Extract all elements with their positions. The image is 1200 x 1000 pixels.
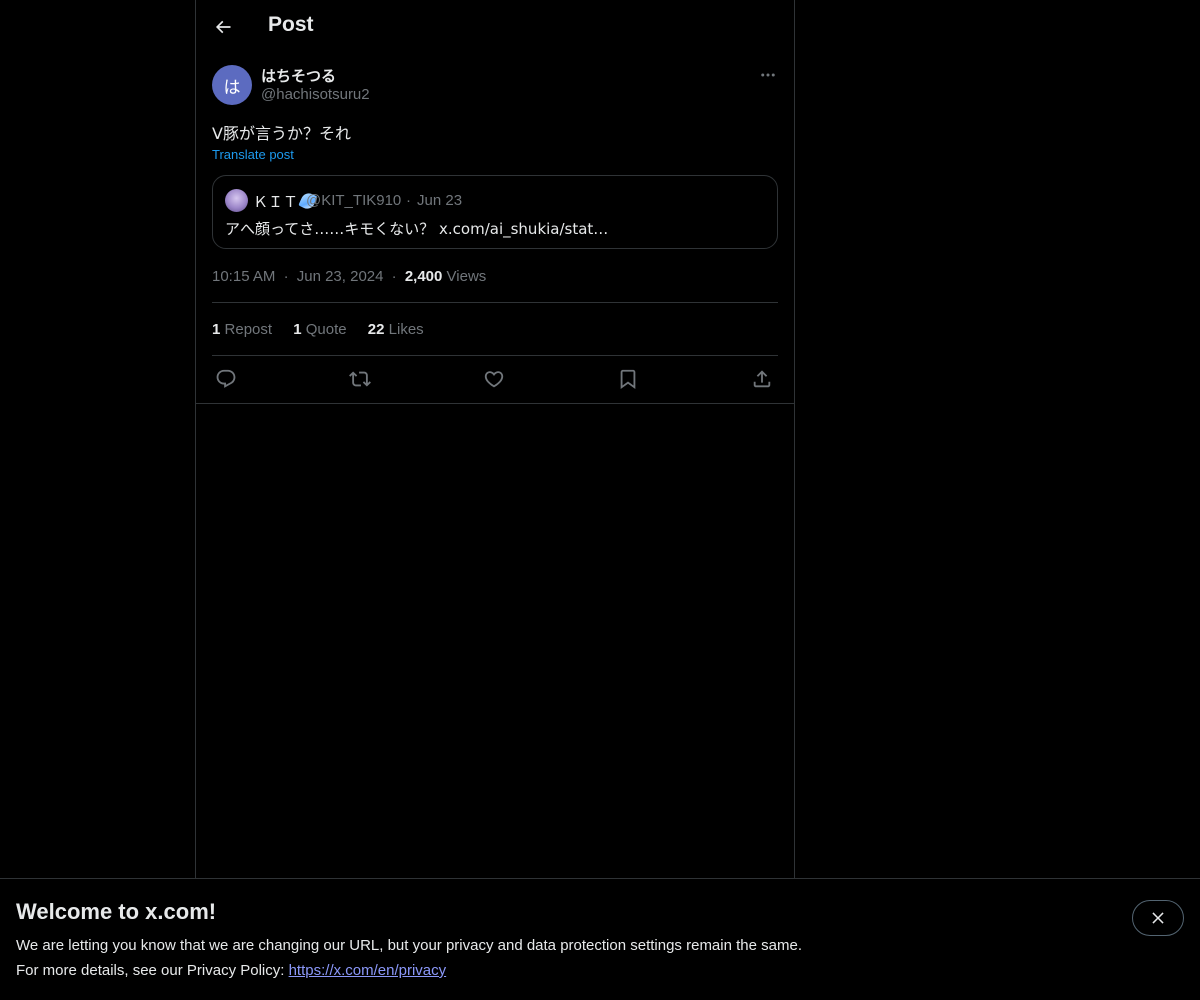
- privacy-policy-link[interactable]: https://x.com/en/privacy: [289, 962, 447, 979]
- quote-text: アへ顔ってさ……キモくない？ x.com/ai_shukia/stat…: [225, 220, 609, 238]
- quotes-label: Quote: [305, 321, 347, 338]
- banner-close-button[interactable]: [1132, 900, 1184, 936]
- post-text: V豚が言うか？それ: [212, 124, 351, 143]
- more-horizontal-icon: [761, 73, 775, 77]
- post-date[interactable]: Jun 23, 2024: [297, 268, 384, 285]
- avatar[interactable]: は: [212, 65, 252, 105]
- meta-separator: ·: [283, 268, 289, 285]
- post-column: Post は はちそつる @hachisotsuru2 V豚が言うか？それ Tr…: [195, 0, 795, 878]
- post-meta: 10:15 AM · Jun 23, 2024 · 2,400 Views: [212, 268, 486, 285]
- reply-button[interactable]: [212, 365, 240, 393]
- reposts-count: 1: [212, 321, 221, 338]
- divider: [212, 302, 778, 303]
- banner-privacy-line: For more details, see our Privacy Policy…: [16, 962, 446, 979]
- likes-count: 22: [367, 321, 385, 338]
- quote-date: Jun 23: [417, 192, 463, 209]
- views-count: 2,400: [404, 268, 443, 285]
- bookmark-icon: [620, 369, 636, 390]
- quote-avatar: [225, 189, 248, 212]
- post-time[interactable]: 10:15 AM: [212, 268, 275, 285]
- divider: [196, 403, 794, 404]
- page-header: Post: [196, 0, 794, 54]
- divider: [212, 355, 778, 356]
- post-stats: 1 Repost 1 Quote 22 Likes: [212, 321, 441, 338]
- meta-separator: ·: [391, 268, 397, 285]
- likes-stat[interactable]: 22 Likes: [368, 321, 424, 338]
- author-handle[interactable]: @hachisotsuru2: [261, 86, 370, 103]
- like-button[interactable]: [480, 365, 508, 393]
- reposts-label: Repost: [224, 321, 273, 338]
- heart-icon: [484, 371, 504, 388]
- repost-icon: [349, 371, 371, 387]
- author-display-name[interactable]: はちそつる: [261, 65, 336, 86]
- more-options-button[interactable]: [758, 65, 778, 85]
- close-icon: [1152, 912, 1164, 924]
- quote-handle: @KIT_TIK910: [306, 192, 402, 209]
- banner-privacy-prefix: For more details, see our Privacy Policy…: [16, 962, 289, 979]
- quotes-count: 1: [293, 321, 302, 338]
- arrow-left-icon: [215, 20, 231, 34]
- repost-button[interactable]: [346, 365, 374, 393]
- quoted-post[interactable]: ＫＩＴ @KIT_TIK910 · Jun 23 アへ顔ってさ……キモくない？ …: [212, 175, 778, 249]
- post-author: は はちそつる @hachisotsuru2: [212, 65, 778, 107]
- banner-message: We are letting you know that we are chan…: [16, 937, 802, 954]
- share-button[interactable]: [748, 365, 776, 393]
- quote-display-name-text: ＫＩＴ: [253, 193, 299, 211]
- quotes-stat[interactable]: 1 Quote: [293, 321, 346, 338]
- reposts-stat[interactable]: 1 Repost: [212, 321, 272, 338]
- bookmark-button[interactable]: [614, 365, 642, 393]
- likes-label: Likes: [388, 321, 424, 338]
- share-icon: [753, 370, 771, 388]
- translate-post-link[interactable]: Translate post: [212, 147, 294, 162]
- back-button[interactable]: [206, 10, 240, 44]
- reply-icon: [216, 369, 236, 388]
- url-change-banner: Welcome to x.com! We are letting you kno…: [0, 878, 1200, 1000]
- quote-separator: ·: [406, 192, 411, 209]
- views-label: Views: [446, 268, 487, 285]
- banner-title: Welcome to x.com!: [16, 899, 217, 924]
- page-title: Post: [268, 13, 314, 36]
- post-actions: [212, 365, 778, 393]
